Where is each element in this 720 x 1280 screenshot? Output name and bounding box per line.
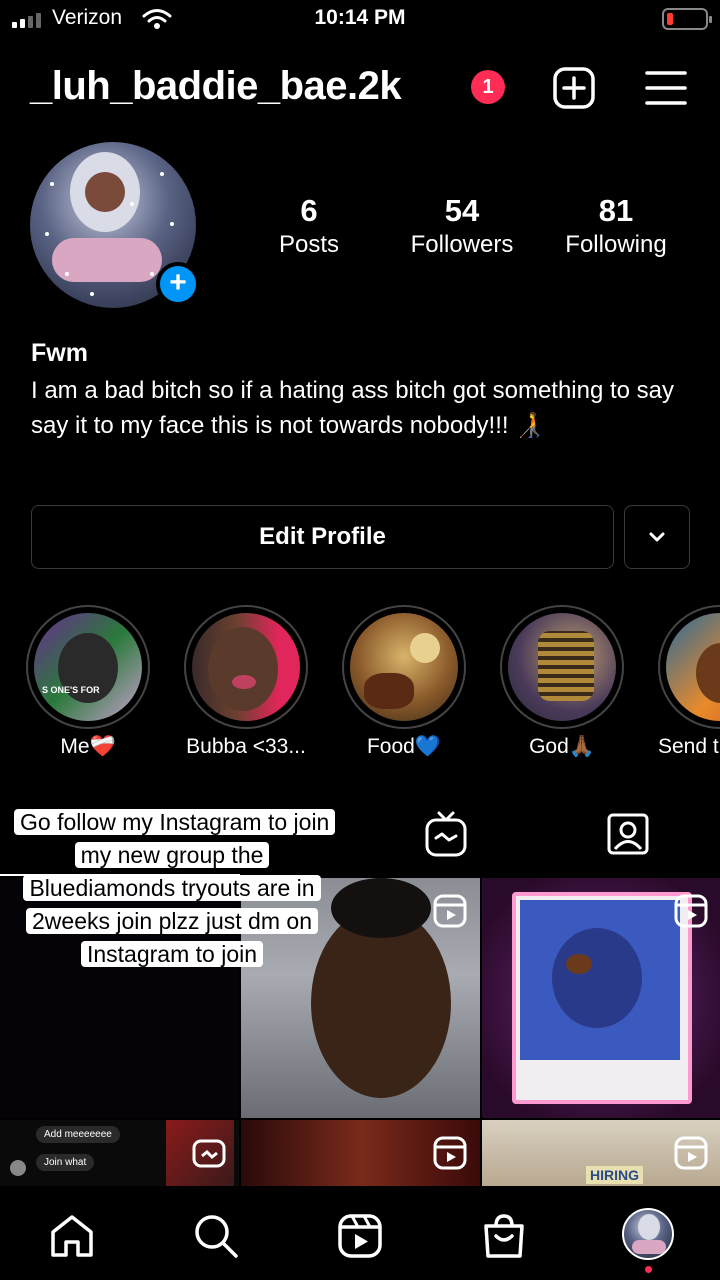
chat-bubble: Join what	[36, 1154, 95, 1171]
highlight-label: Send th	[658, 735, 720, 758]
highlight-label: Food💙	[366, 735, 441, 758]
highlight-label: God🙏🏾	[529, 735, 595, 758]
notification-badge: 1	[471, 70, 505, 104]
reels-icon	[674, 894, 708, 928]
profile-avatar-icon[interactable]	[622, 1208, 674, 1260]
highlight-bubba[interactable]: Bubba <33...	[184, 605, 308, 759]
grid-post-3[interactable]	[482, 878, 720, 1118]
shopping-bag-icon[interactable]	[480, 1212, 528, 1260]
highlight-god[interactable]: God🙏🏾	[500, 605, 624, 759]
highlight-food[interactable]: Food💙	[342, 605, 466, 759]
activity-dot	[645, 1266, 652, 1273]
followers-value: 54	[444, 193, 480, 228]
igtv-tab[interactable]	[424, 810, 468, 858]
following-label: Following	[565, 231, 667, 258]
bio-name: Fwm	[31, 339, 88, 367]
posts-value: 6	[300, 193, 318, 228]
followers-label: Followers	[410, 231, 514, 258]
clock: 10:14 PM	[314, 6, 406, 29]
sign-text: HIRING	[586, 1166, 643, 1184]
reels-icon	[433, 1136, 467, 1170]
battery-icon	[662, 8, 712, 30]
add-story-button[interactable]: +	[156, 262, 200, 306]
igtv-icon	[192, 1139, 226, 1168]
highlight-label: Me❤️‍🩹	[60, 735, 116, 758]
suggested-accounts-dropdown[interactable]	[624, 505, 690, 569]
bottom-navigation	[0, 1186, 720, 1280]
new-post-button[interactable]	[552, 66, 596, 110]
username-switcher[interactable]: _luh_baddie_bae.2k	[30, 64, 402, 109]
following-value: 81	[598, 193, 634, 228]
edit-profile-button[interactable]: Edit Profile	[31, 505, 614, 569]
search-icon[interactable]	[192, 1212, 240, 1260]
reels-icon[interactable]	[336, 1212, 384, 1260]
following-count[interactable]: 81 Following	[554, 193, 678, 259]
chevron-down-icon	[649, 532, 665, 542]
grid-post-4[interactable]: Add meeeeeee Join what	[0, 1120, 239, 1186]
posts-label: Posts	[278, 231, 340, 258]
highlight-send[interactable]: Send th	[658, 605, 720, 759]
chat-bubble: Add meeeeeee	[36, 1126, 120, 1143]
tagged-tab[interactable]	[606, 812, 650, 856]
reels-icon	[674, 1136, 708, 1170]
video-caption-overlay: Go follow my Instagram to join my new gr…	[14, 806, 336, 971]
home-icon[interactable]	[48, 1212, 96, 1260]
highlight-thumbnail-text: S ONE'S FOR	[42, 685, 100, 695]
profile-header: _luh_baddie_bae.2k 1	[0, 60, 720, 116]
highlight-label: Bubba <33...	[186, 735, 306, 758]
menu-button[interactable]	[644, 68, 688, 108]
reels-icon	[433, 894, 467, 928]
bio-text: I am a bad bitch so if a hating ass bitc…	[31, 377, 675, 439]
grid-post-6[interactable]: HIRING	[482, 1120, 720, 1186]
highlight-me[interactable]: S ONE'S FOR Me❤️‍🩹	[26, 605, 150, 759]
grid-post-5[interactable]	[241, 1120, 480, 1186]
posts-count[interactable]: 6 Posts	[260, 193, 358, 259]
status-bar: Verizon 10:14 PM	[0, 0, 720, 40]
caption-text: Go follow my Instagram to join my new gr…	[14, 809, 336, 967]
followers-count[interactable]: 54 Followers	[400, 193, 524, 259]
